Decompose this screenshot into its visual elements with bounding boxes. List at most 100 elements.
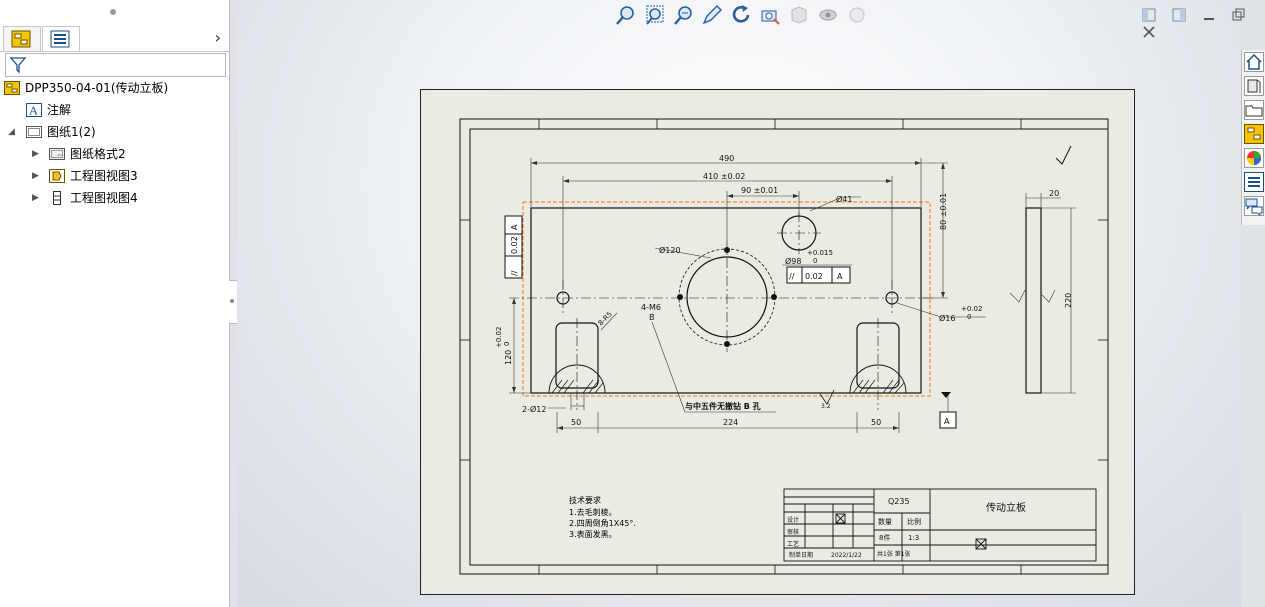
previous-view-icon[interactable] (673, 4, 695, 26)
gtol-symbol-center: // (789, 272, 795, 281)
task-pane (1241, 50, 1265, 225)
dim-4m6-b: B (649, 313, 655, 322)
property-manager-icon (50, 30, 70, 48)
tree-root[interactable]: DPP350-04-01(传动立板) (4, 78, 168, 98)
tol16-upper: +0.02 (961, 305, 982, 313)
sketch-pen-icon[interactable] (701, 4, 723, 26)
svg-text:技术要求: 技术要求 (569, 495, 601, 505)
section-view-icon (53, 190, 61, 205)
row-label-3: 工艺 (787, 540, 799, 548)
view-selection-box[interactable] (522, 201, 931, 397)
drawing-doc-icon (4, 80, 20, 95)
feature-manager-panel: › DPP350-04-01(传动立板) A 注解 ◢ 图纸1(2) ▶ 图纸格… (0, 0, 230, 607)
zoom-area-icon[interactable] (644, 4, 666, 26)
tile-right-icon[interactable] (1172, 8, 1186, 22)
expand-icon[interactable]: ◢ (8, 127, 15, 137)
title-block-texts: Q235 传动立板 数量 比例 8件 1:3 共1张 第1张 制单日期 2022… (787, 497, 1026, 559)
expand-icon[interactable]: ▶ (32, 171, 39, 181)
file-explorer-icon[interactable] (1244, 100, 1264, 120)
expand-icon[interactable]: ▶ (32, 193, 39, 203)
dim-arrows (512, 161, 945, 430)
tol-zero: 0 (813, 257, 817, 265)
title-block (783, 488, 1097, 562)
gtol-value-left: 0.02 (510, 236, 519, 254)
zoom-to-fit-icon[interactable] (615, 4, 637, 26)
tab-feature-manager[interactable] (3, 26, 41, 51)
tree-item-label: 注解 (47, 103, 72, 117)
tol16-lower: 0 (967, 313, 971, 321)
drawing-sheet[interactable]: 技术要求 1.去毛刺棱。 2.四周倒角1X45°. 3.表面发黑。 490 41… (420, 89, 1135, 595)
home-icon[interactable] (1244, 52, 1264, 72)
close-icon[interactable] (1142, 25, 1156, 39)
tree-item-sheet[interactable]: 图纸1(2) (26, 122, 96, 142)
chevron-right-icon[interactable]: › (215, 28, 221, 47)
side-view[interactable] (1025, 207, 1042, 394)
feature-manager-icon (11, 30, 31, 48)
sheet-info: 共1张 第1张 (877, 550, 911, 558)
surface-finish-symbol (819, 389, 835, 405)
appearances-icon[interactable] (1244, 148, 1264, 168)
rotate-view-icon[interactable] (730, 4, 752, 26)
panel-tabs: › (0, 24, 229, 52)
row-label-2: 审核 (787, 528, 799, 536)
gtol-ref-center: A (837, 272, 843, 281)
design-library-icon[interactable] (1244, 76, 1264, 96)
dimension-texts: 490 410 ±0.02 90 ±0.01 80 ±0.01 Ø41 Ø120… (495, 154, 1073, 427)
tile-left-icon[interactable] (1142, 8, 1156, 22)
material: Q235 (888, 497, 910, 506)
front-view[interactable] (530, 207, 922, 394)
part-name: 传动立板 (986, 501, 1026, 514)
svg-text:2.四周倒角1X45°.: 2.四周倒角1X45°. (569, 518, 636, 528)
date-label: 制单日期 (789, 551, 813, 559)
tree-item-view4[interactable]: 工程图视图4 (49, 188, 138, 208)
tol120-lower: 0 (503, 342, 511, 346)
tree-item-label: 工程图视图3 (70, 169, 138, 183)
qty-value: 8件 (879, 533, 890, 542)
qty-label: 数量 (878, 517, 892, 526)
hide-show-icon[interactable] (817, 4, 839, 26)
tree-item-label: 工程图视图4 (70, 191, 138, 205)
dim-120: 120 (504, 350, 513, 365)
restore-icon[interactable] (1231, 8, 1245, 22)
camera-icon[interactable] (759, 4, 781, 26)
roughness-symbol (1055, 145, 1072, 165)
display-style-icon[interactable] (788, 4, 810, 26)
dim-80: 80 ±0.01 (939, 193, 948, 230)
inner-frame (469, 128, 1109, 566)
dim-220: 220 (1064, 293, 1073, 308)
roughness-value: 3.2 (821, 403, 831, 410)
gtol-value-center: 0.02 (805, 272, 823, 281)
dim-4m6: 4-M6 (641, 303, 661, 312)
tree-item-view3[interactable]: 工程图视图3 (49, 166, 138, 186)
tol120-upper: +0.02 (495, 327, 503, 348)
view-palette-icon[interactable] (1244, 124, 1264, 144)
center-lines (509, 212, 936, 410)
dim-224: 224 (723, 418, 738, 427)
expand-icon[interactable]: ▶ (32, 149, 39, 159)
gtol-symbol-left: // (510, 270, 519, 276)
gtol-ref-left: A (510, 224, 519, 230)
forum-icon[interactable] (1244, 196, 1264, 216)
dim-d16: Ø16 (939, 313, 955, 323)
tab-property-manager[interactable] (42, 26, 80, 51)
tree-item-annotations[interactable]: A 注解 (26, 100, 71, 120)
note-drill: 与中五件无撤钻 B 孔 (685, 401, 761, 411)
dim-50-left: 50 (571, 418, 581, 427)
dim-50-right: 50 (871, 418, 881, 427)
custom-properties-icon[interactable] (1244, 172, 1264, 192)
dim-d120: Ø120 (659, 245, 681, 255)
tree-filter[interactable] (5, 53, 226, 77)
appearance-icon[interactable] (846, 4, 868, 26)
scale-label: 比例 (907, 517, 921, 526)
tree-item-label: 图纸1(2) (47, 125, 96, 139)
minimize-icon[interactable] (1202, 8, 1216, 22)
row-label-1: 设计 (787, 516, 799, 524)
dim-d98: Ø98 (785, 256, 801, 266)
dim-90: 90 ±0.01 (741, 186, 778, 195)
tree-item-sheet-format[interactable]: 图纸格式2 (49, 144, 126, 164)
panel-grip[interactable] (110, 9, 116, 15)
drawing-view-icon (49, 168, 65, 183)
datum-label: A (944, 417, 950, 426)
heads-up-toolbar (615, 4, 871, 28)
dim-490: 490 (719, 154, 734, 163)
